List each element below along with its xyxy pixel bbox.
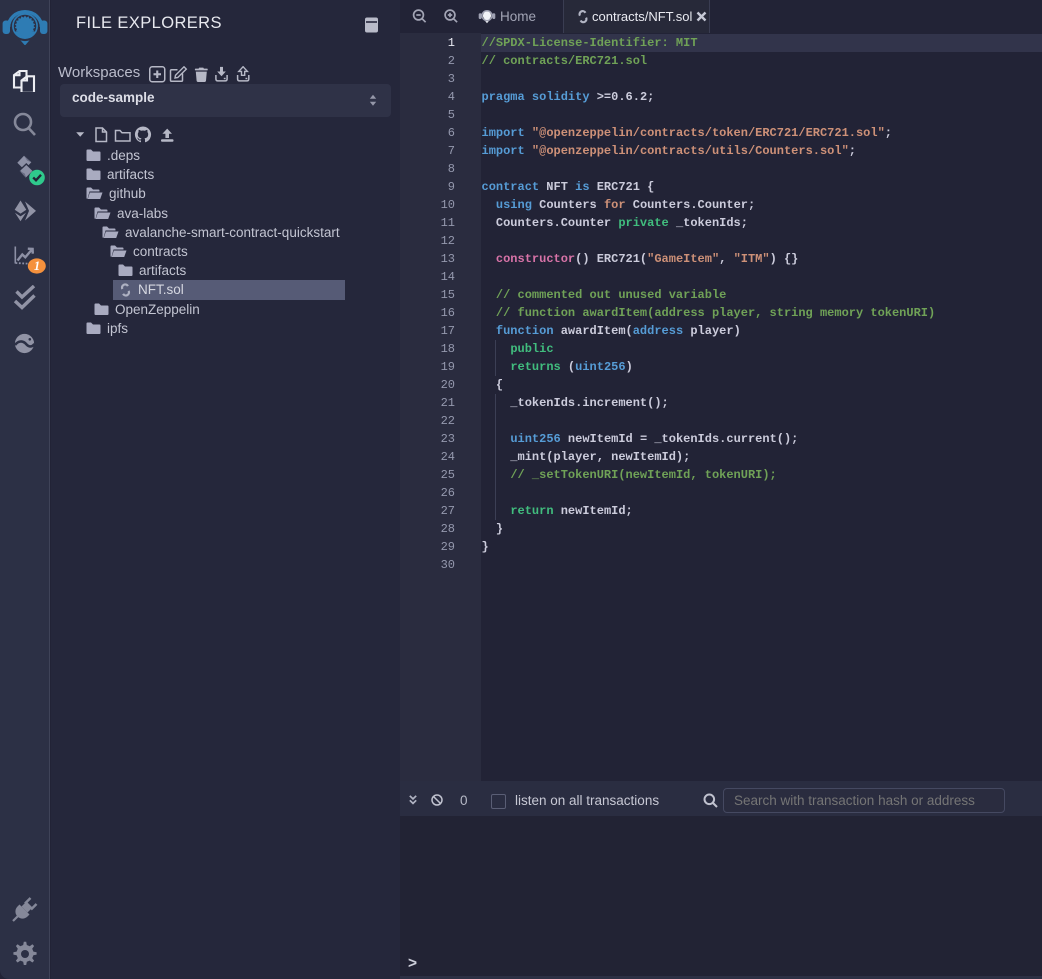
svg-text:1: 1 xyxy=(34,259,40,273)
